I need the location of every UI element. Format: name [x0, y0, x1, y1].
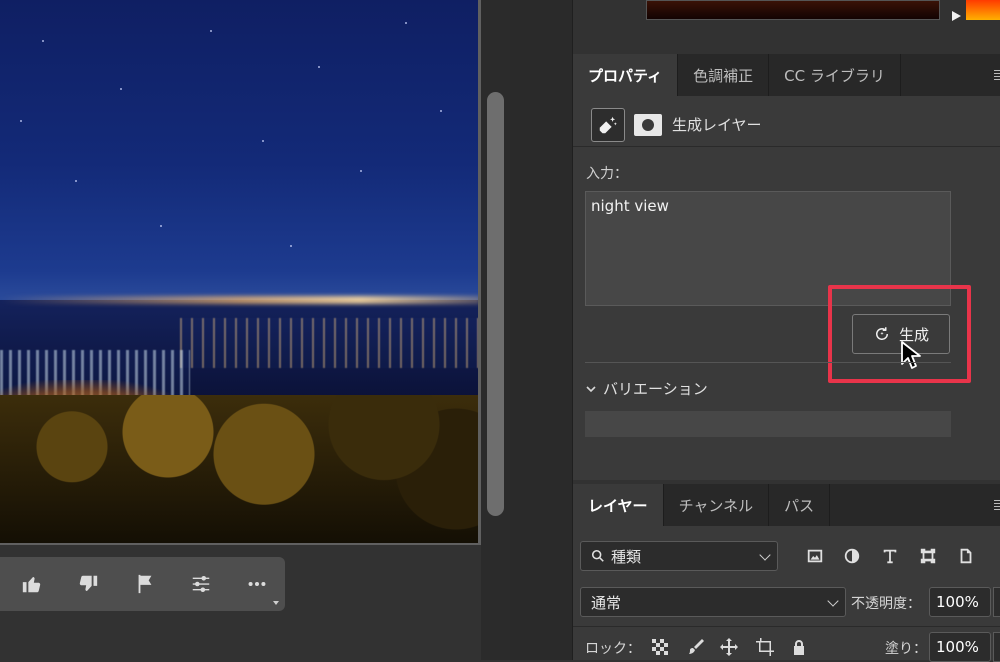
lock-position-icon[interactable] — [719, 637, 739, 657]
tab-properties[interactable]: プロパティ — [573, 54, 679, 96]
lock-all-icon[interactable] — [789, 637, 809, 657]
scrollbar-thumb[interactable] — [487, 92, 504, 516]
dropdown-corner-icon — [273, 601, 279, 605]
variations-thumbnail-area — [585, 411, 951, 437]
mouse-cursor-icon — [901, 341, 921, 369]
opacity-label: 不透明度： — [851, 596, 921, 612]
canvas-border-bottom — [0, 543, 481, 545]
tab-channels[interactable]: チャンネル — [664, 484, 770, 526]
type-filter-icon[interactable] — [880, 546, 900, 566]
hue-pointer-icon[interactable] — [952, 11, 961, 21]
generation-feedback-toolbar — [0, 557, 285, 611]
blend-mode-select[interactable]: 通常 — [580, 587, 846, 617]
variations-label: バリエーション — [603, 380, 708, 398]
layer-kind-filter-select[interactable]: 種類 — [580, 541, 778, 571]
mask-thumbnail-icon[interactable] — [634, 114, 662, 136]
adjustment-filter-icon[interactable] — [842, 546, 862, 566]
lock-transparent-pixels-icon[interactable] — [650, 637, 670, 657]
image-filter-icon[interactable] — [805, 546, 825, 566]
opacity-input[interactable]: 100% — [929, 587, 991, 617]
tab-layers[interactable]: レイヤー — [573, 484, 664, 526]
fill-input[interactable]: 100% — [929, 632, 991, 662]
divider — [585, 362, 951, 363]
chevron-down-icon — [827, 595, 839, 607]
opacity-stepper[interactable] — [993, 587, 1000, 617]
lock-image-pixels-icon[interactable] — [686, 637, 706, 657]
flag-icon[interactable] — [116, 557, 172, 611]
kind-filter-value: 種類 — [611, 547, 642, 566]
search-icon — [591, 549, 604, 562]
properties-tabbar: プロパティ 色調補正 CC ライブラリ — [573, 54, 1000, 96]
smart-object-filter-icon[interactable] — [956, 546, 976, 566]
chevron-down-icon — [586, 385, 596, 392]
layers-tabbar: レイヤー チャンネル パス — [573, 484, 1000, 526]
divider — [573, 146, 1000, 147]
lock-label: ロック： — [585, 641, 641, 657]
tab-cc-libraries[interactable]: CC ライブラリ — [769, 54, 901, 96]
panel-gap — [510, 0, 572, 660]
tab-adjustments[interactable]: 色調補正 — [678, 54, 770, 96]
shape-filter-icon[interactable] — [918, 546, 938, 566]
canvas-image[interactable] — [0, 0, 480, 543]
variations-section-header[interactable]: バリエーション — [585, 378, 708, 399]
lock-artboard-icon[interactable] — [755, 637, 775, 657]
chevron-down-icon — [759, 549, 771, 561]
thumbs-up-icon[interactable] — [4, 557, 60, 611]
fill-label: 塗り： — [885, 641, 927, 657]
hue-slider[interactable] — [966, 0, 1000, 20]
divider — [573, 626, 1000, 627]
panel-menu-icon[interactable] — [994, 54, 1000, 96]
panel-menu-icon[interactable] — [994, 484, 1000, 526]
generative-layer-icon — [591, 108, 625, 142]
sliders-icon[interactable] — [173, 557, 229, 611]
thumbs-down-icon[interactable] — [60, 557, 116, 611]
layer-type-label: 生成レイヤー — [672, 116, 762, 134]
color-picker-field[interactable] — [646, 0, 940, 20]
prompt-input-label: 入力： — [586, 166, 628, 182]
tab-paths[interactable]: パス — [769, 484, 831, 526]
blend-mode-value: 通常 — [591, 593, 622, 612]
fill-stepper[interactable] — [993, 632, 1000, 662]
